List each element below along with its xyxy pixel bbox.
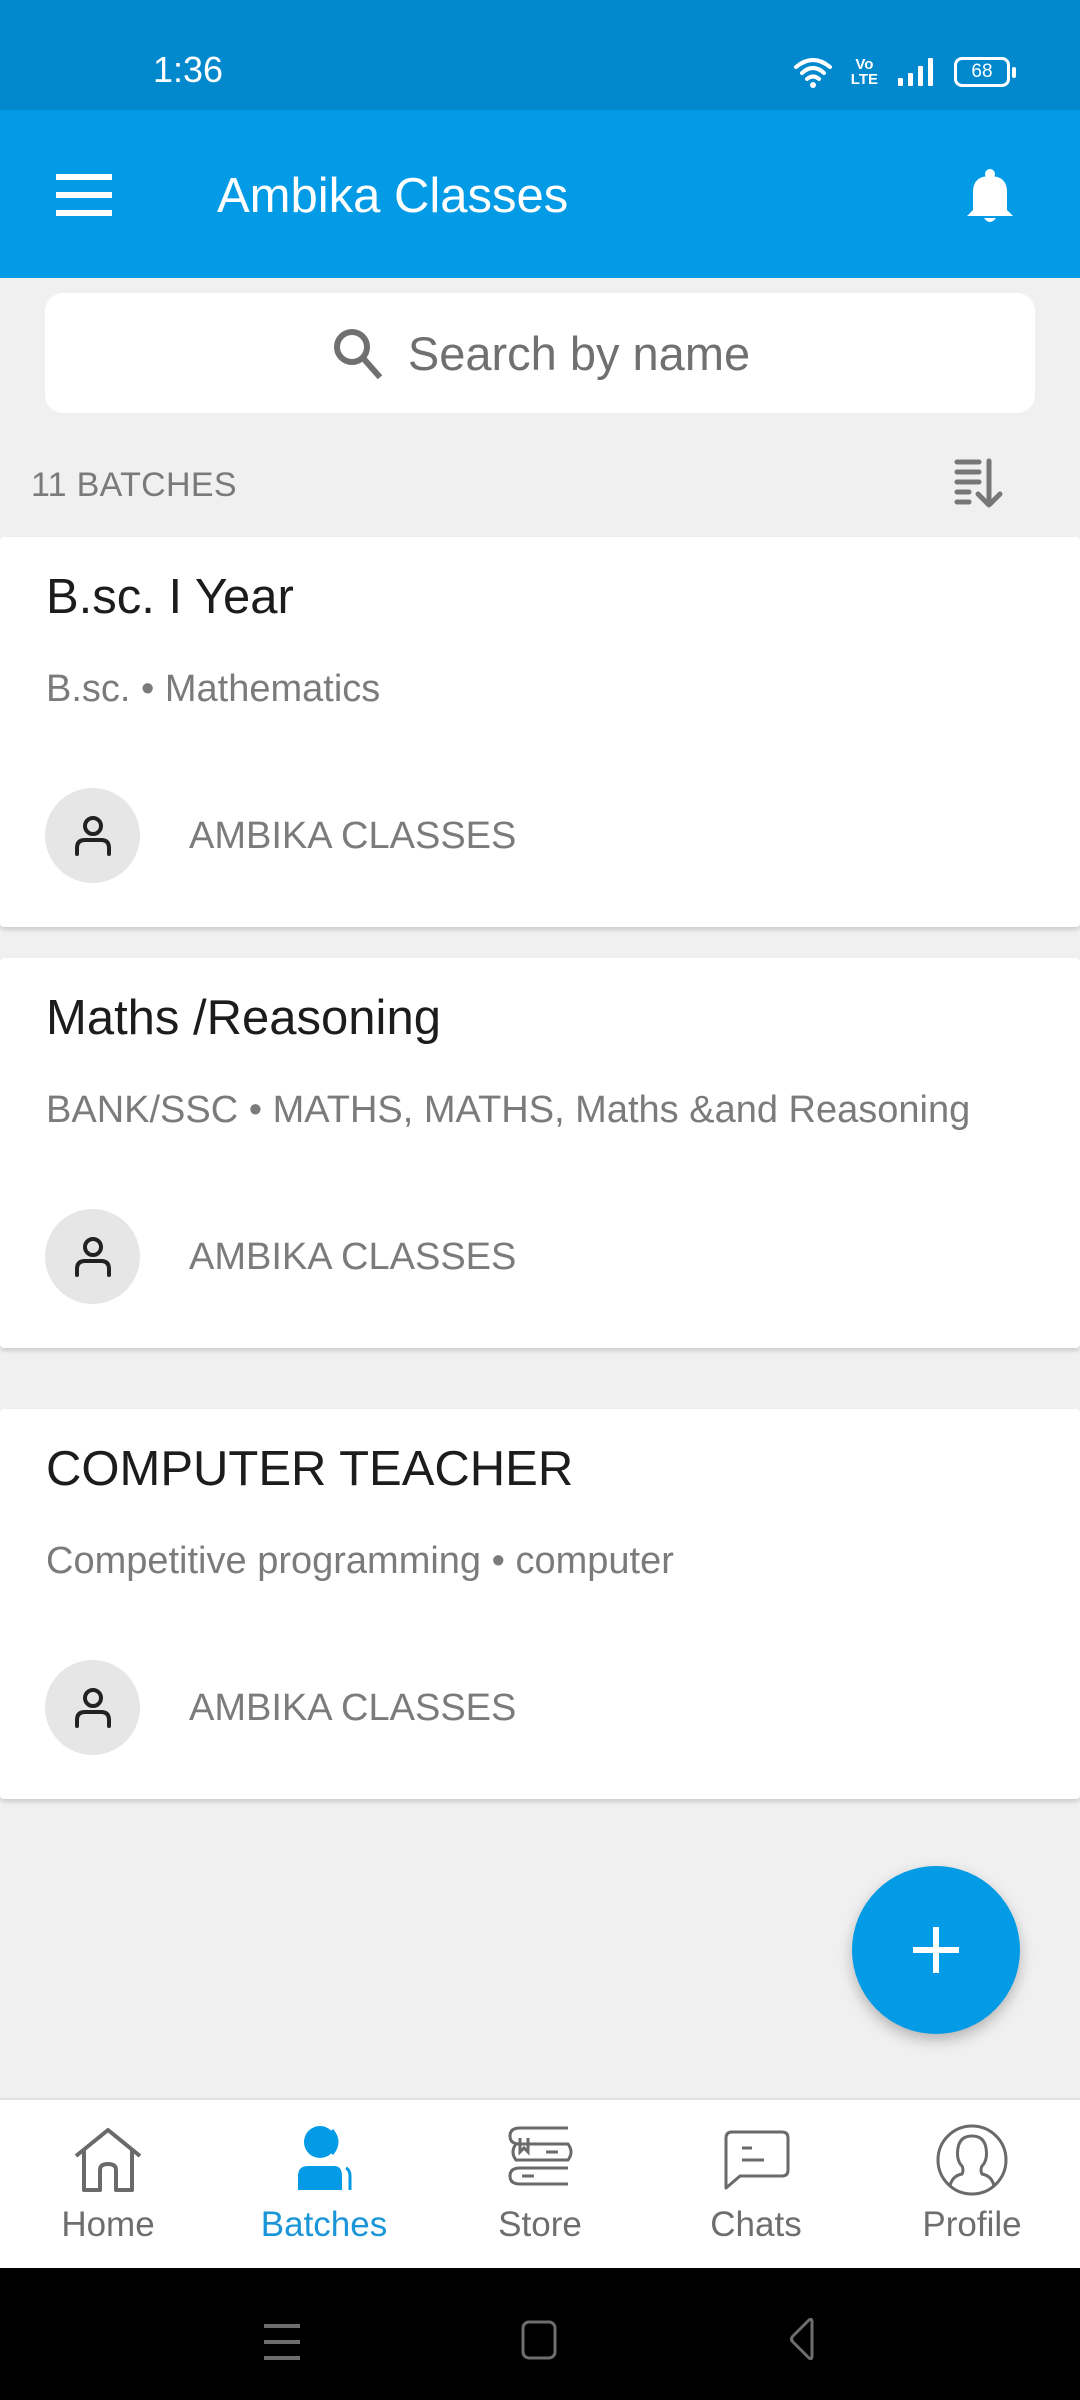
- search-placeholder: Search by name: [407, 326, 751, 380]
- nav-label: Store: [498, 2205, 582, 2244]
- nav-item-home[interactable]: Home: [0, 2100, 216, 2268]
- nav-label: Home: [61, 2205, 155, 2244]
- books-icon: [508, 2126, 573, 2186]
- nav-label: Profile: [922, 2205, 1022, 2244]
- bottom-navigation: Home Batches Store Chats Profile: [0, 2098, 1080, 2268]
- batch-owner: AMBIKA CLASSES: [189, 815, 517, 857]
- batch-subtitle: Competitive programming • computer: [46, 1540, 674, 1582]
- nav-item-chats[interactable]: Chats: [648, 2100, 864, 2268]
- sort-descending-icon[interactable]: [945, 450, 1009, 514]
- home-icon: [74, 2128, 142, 2192]
- battery-icon: 68: [954, 57, 1016, 87]
- person-icon: [74, 1236, 111, 1277]
- status-bar: 1:36 Vo LTE 68: [0, 0, 1080, 110]
- chat-icon: [724, 2130, 790, 2190]
- app-title: Ambika Classes: [217, 169, 569, 223]
- nav-item-profile[interactable]: Profile: [864, 2100, 1080, 2268]
- batch-card[interactable]: Maths /Reasoning BANK/SSC • MATHS, MATHS…: [0, 958, 1080, 1348]
- batch-owner: AMBIKA CLASSES: [189, 1687, 517, 1729]
- volte-icon: Vo LTE: [851, 57, 878, 87]
- person-icon: [74, 815, 111, 856]
- menu-line: [56, 174, 112, 180]
- batch-owner: AMBIKA CLASSES: [189, 1236, 517, 1278]
- nav-item-store[interactable]: Store: [432, 2100, 648, 2268]
- app-bar: Ambika Classes: [0, 110, 1080, 278]
- plus-icon: [913, 1927, 959, 1973]
- bell-icon[interactable]: [955, 160, 1025, 230]
- system-navigation-bar: [0, 2268, 1080, 2400]
- batch-count: 11 BATCHES: [31, 466, 237, 504]
- volte-bottom: LTE: [850, 71, 878, 88]
- search-icon: [333, 329, 383, 380]
- volte-top: Vo: [855, 56, 874, 73]
- search-input[interactable]: Search by name: [45, 293, 1035, 413]
- signal-icon: [898, 58, 933, 86]
- profile-icon: [936, 2124, 1008, 2196]
- avatar: [45, 1660, 140, 1755]
- back-icon[interactable]: [772, 2308, 832, 2368]
- batch-title: B.sc. I Year: [46, 570, 294, 624]
- add-batch-button[interactable]: [852, 1866, 1020, 2034]
- nav-item-batches[interactable]: Batches: [216, 2100, 432, 2268]
- avatar: [45, 1209, 140, 1304]
- batch-subtitle: B.sc. • Mathematics: [46, 668, 381, 710]
- nav-label: Chats: [710, 2205, 802, 2244]
- batch-card[interactable]: B.sc. I Year B.sc. • Mathematics AMBIKA …: [0, 537, 1080, 927]
- batch-card[interactable]: COMPUTER TEACHER Competitive programming…: [0, 1409, 1080, 1799]
- hamburger-menu-icon[interactable]: [50, 170, 118, 220]
- menu-line: [56, 192, 112, 198]
- person-icon: [74, 1687, 111, 1728]
- wifi-icon: [793, 58, 832, 88]
- avatar: [45, 788, 140, 883]
- status-time: 1:36: [153, 49, 224, 90]
- batch-subtitle: BANK/SSC • MATHS, MATHS, Maths &and Reas…: [46, 1089, 971, 1131]
- home-system-icon[interactable]: [510, 2308, 570, 2368]
- status-icons: Vo LTE 68: [793, 52, 1016, 92]
- batch-title: COMPUTER TEACHER: [46, 1442, 574, 1496]
- batch-title: Maths /Reasoning: [46, 991, 441, 1045]
- batches-icon: [298, 2126, 352, 2190]
- nav-label: Batches: [260, 2205, 388, 2244]
- menu-line: [56, 210, 112, 216]
- recents-icon[interactable]: [252, 2308, 312, 2368]
